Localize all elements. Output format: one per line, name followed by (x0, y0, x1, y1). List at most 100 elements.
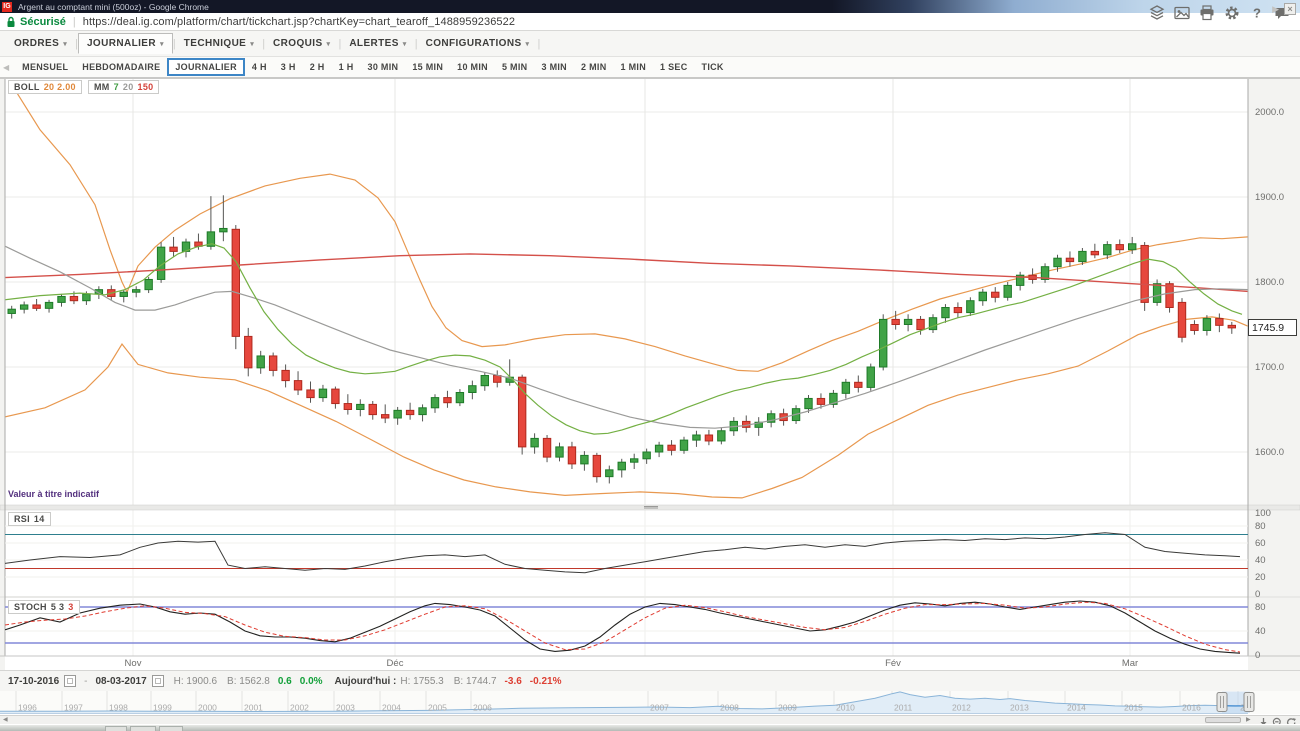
year-label: 2009 (778, 703, 797, 713)
taskbar-edge (0, 724, 1300, 731)
overview-timeline[interactable]: 1996199719981999200020012002200320042005… (0, 691, 1300, 724)
taskbar-item (159, 726, 183, 731)
disclaimer-text: Valeur à titre indicatif (8, 489, 99, 499)
main-chart: 2000.01900.01800.01700.01600.01008060402… (0, 78, 1300, 671)
axis-label: 80 (1255, 602, 1266, 613)
bollinger-indicator-label[interactable]: BOLL20 2.00 (8, 80, 82, 94)
period-change: 0.6 (278, 676, 292, 687)
taskbar-item (105, 726, 127, 731)
menu-bar: ORDRES▾|JOURNALIER▾|TECHNIQUE▾|CROQUIS▾|… (0, 31, 1300, 57)
layers-icon[interactable] (1149, 5, 1165, 21)
menu-item-alertes[interactable]: ALERTES▾ (341, 34, 414, 53)
boll-name: BOLL (14, 82, 40, 92)
timeframe-mensuel[interactable]: MENSUEL (15, 59, 75, 75)
date-to[interactable]: 08-03-2017 (96, 676, 147, 687)
menu-item-label: TECHNIQUE (184, 38, 247, 49)
chevron-down-icon: ▾ (403, 40, 407, 48)
mm-indicator-label[interactable]: MM720150 (88, 80, 159, 94)
year-label: 1997 (64, 703, 83, 713)
axis-label: 0 (1255, 650, 1260, 661)
timeframe-5min[interactable]: 5 MIN (495, 59, 535, 75)
date-from[interactable]: 17-10-2016 (8, 676, 59, 687)
timeframe-bar: ◀ MENSUELHEBDOMADAIREJOURNALIER4 H3 H2 H… (0, 57, 1300, 78)
year-label: 2001 (244, 703, 263, 713)
timeframe-journalier[interactable]: JOURNALIER (167, 58, 245, 76)
timeframe-10min[interactable]: 10 MIN (450, 59, 495, 75)
year-label: 2010 (836, 703, 855, 713)
year-label: 2012 (952, 703, 971, 713)
current-price-box: 1745.9 (1248, 319, 1297, 336)
axis-label: 40 (1255, 626, 1266, 637)
window-titlebar: IG Argent au comptant mini (500oz) - Goo… (0, 0, 1300, 13)
menu-item-ordres[interactable]: ORDRES▾ (6, 34, 75, 53)
timeframe-scroll-right-icon[interactable]: ▶ (1272, 4, 1279, 15)
calendar-icon[interactable] (64, 675, 76, 687)
stoch-signal-param: 3 (68, 602, 73, 612)
timeframe-1h[interactable]: 1 H (332, 59, 361, 75)
year-label: 2015 (1124, 703, 1143, 713)
range-handle-right[interactable] (1244, 693, 1254, 712)
year-label: 2003 (336, 703, 355, 713)
axis-label: 1900.0 (1255, 192, 1284, 203)
calendar-icon[interactable] (152, 675, 164, 687)
security-label: Sécurisé (20, 16, 66, 28)
gear-icon[interactable] (1224, 5, 1240, 21)
stoch-indicator-label[interactable]: STOCH 5 3 3 (8, 600, 80, 614)
menu-item-configurations[interactable]: CONFIGURATIONS▾ (418, 34, 538, 53)
month-label: Déc (387, 658, 404, 669)
rsi-period: 14 (34, 514, 45, 524)
image-icon[interactable] (1174, 5, 1190, 21)
axis-label: 80 (1255, 521, 1266, 532)
menu-item-label: CROQUIS (273, 38, 322, 49)
timeframe-scroll-left-icon[interactable]: ◀ (3, 63, 9, 72)
year-label: 2006 (473, 703, 492, 713)
menu-item-technique[interactable]: TECHNIQUE▾ (176, 34, 262, 53)
date-range-dash: - (84, 676, 87, 687)
range-handle-left[interactable] (1217, 693, 1227, 712)
timeframe-2h[interactable]: 2 H (303, 59, 332, 75)
year-label: 2008 (720, 703, 739, 713)
axis-label: 40 (1255, 555, 1266, 566)
menu-item-journalier[interactable]: JOURNALIER▾ (78, 33, 173, 54)
timeframe-3min[interactable]: 3 MIN (534, 59, 574, 75)
url-text[interactable]: https://deal.ig.com/platform/chart/tickc… (83, 16, 515, 28)
stoch-params: 5 3 (51, 602, 64, 612)
period-low: B: 1562.8 (227, 676, 270, 687)
menu-item-croquis[interactable]: CROQUIS ▾ (265, 34, 338, 53)
year-label: 2002 (290, 703, 309, 713)
menu-separator: | (537, 38, 540, 50)
stoch-name: STOCH (14, 602, 47, 612)
mm-name: MM (94, 82, 110, 92)
timeframe-15min[interactable]: 15 MIN (405, 59, 450, 75)
axis-label: 100 (1255, 508, 1271, 519)
timeframe-tick[interactable]: TICK (695, 59, 731, 75)
help-icon[interactable]: ? (1249, 5, 1265, 21)
rsi-indicator-label[interactable]: RSI14 (8, 512, 51, 526)
menu-item-label: ORDRES (14, 38, 59, 49)
close-icon[interactable]: × (1284, 3, 1296, 15)
taskbar-item (130, 726, 156, 731)
axis-label: 1800.0 (1255, 277, 1284, 288)
timeframe-30min[interactable]: 30 MIN (361, 59, 406, 75)
year-label: 1998 (109, 703, 128, 713)
timeframe-1min[interactable]: 1 MIN (614, 59, 654, 75)
today-change: -3.6 (505, 676, 522, 687)
svg-text:?: ? (1253, 6, 1261, 21)
address-bar: Sécurisé | https://deal.ig.com/platform/… (0, 13, 1300, 31)
timeframe-hebdomadaire[interactable]: HEBDOMADAIRE (75, 59, 167, 75)
year-label: 2005 (428, 703, 447, 713)
year-label: 2016 (1182, 703, 1201, 713)
printer-icon[interactable] (1199, 5, 1215, 21)
timeframe-4h[interactable]: 4 H (245, 59, 274, 75)
mm-mid: 20 (123, 82, 134, 92)
year-label: 2013 (1010, 703, 1029, 713)
url-separator: | (73, 16, 76, 28)
year-label: 2011 (894, 703, 913, 713)
timeframe-3h[interactable]: 3 H (274, 59, 303, 75)
app-window: IG Argent au comptant mini (500oz) - Goo… (0, 0, 1300, 731)
timeframe-1sec[interactable]: 1 SEC (653, 59, 695, 75)
chevron-down-icon: ▾ (327, 40, 331, 48)
chevron-down-icon: ▾ (160, 40, 164, 48)
menu-item-label: CONFIGURATIONS (426, 38, 522, 49)
timeframe-2min[interactable]: 2 MIN (574, 59, 614, 75)
